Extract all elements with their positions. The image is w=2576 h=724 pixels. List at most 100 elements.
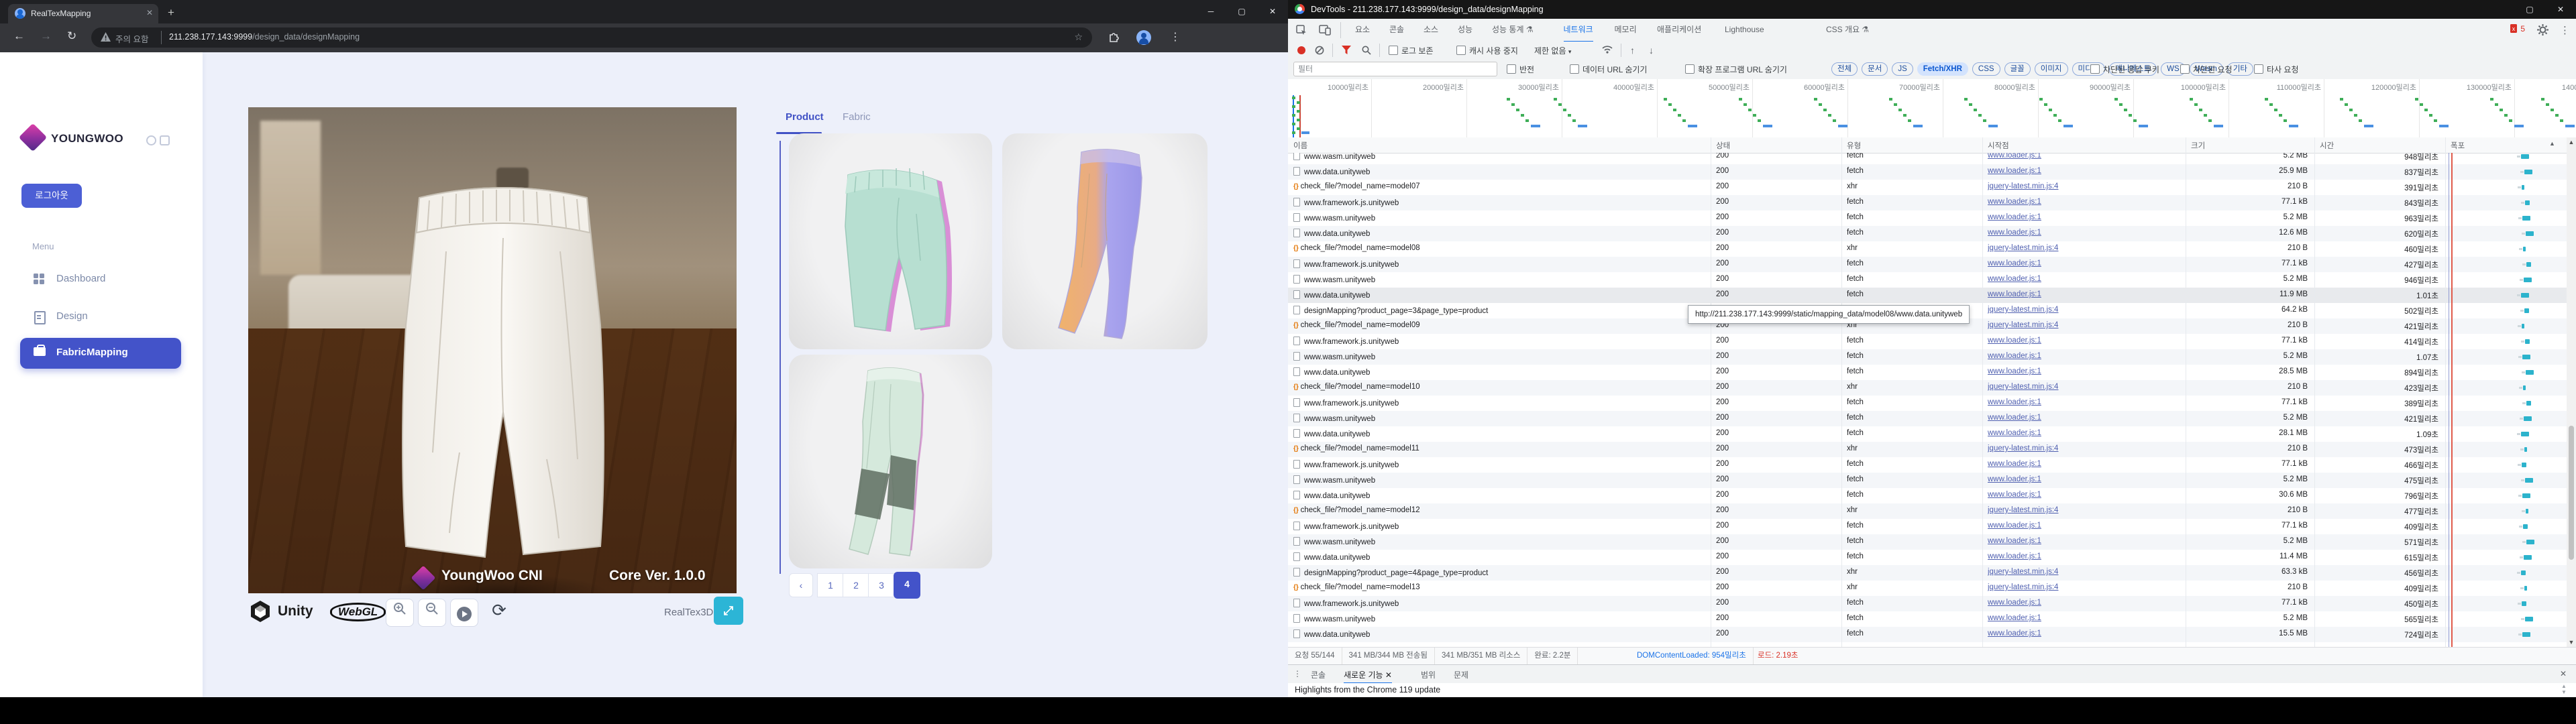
clear-network-log-icon[interactable] [1315,46,1324,55]
network-row[interactable]: www.data.unityweb200fetchwww.loader.js:1… [1288,164,2567,180]
sidebar-item-design[interactable]: Design [20,306,181,328]
import-har-icon[interactable]: ↑ [1630,45,1635,56]
tab-fabric[interactable]: Fabric [843,111,871,123]
filter-funnel-icon[interactable] [1342,46,1351,54]
request-initiator[interactable]: www.loader.js:1 [1988,367,2182,375]
drawer-close-icon[interactable]: ✕ [2560,669,2567,678]
pagination-page-3[interactable]: 3 [868,573,895,597]
request-initiator[interactable]: www.loader.js:1 [1988,352,2182,360]
network-row[interactable]: www.framework.js.unityweb200fetchwww.loa… [1288,195,2567,210]
chip-글꼴[interactable]: 글꼴 [2004,62,2031,76]
network-row[interactable]: {} check_file/?model_name=model13200xhrj… [1288,581,2567,596]
product-thumbnail-pants-duotone[interactable] [1002,133,1208,349]
invert-filter-checkbox[interactable]: 반전 [1507,64,1534,75]
tab-close-icon[interactable]: ✕ [146,8,153,17]
network-row[interactable]: www.data.unityweb200fetchwww.loader.js:1… [1288,288,2567,303]
request-initiator[interactable]: www.loader.js:1 [1988,153,2182,160]
col-size[interactable]: 크기 [2191,140,2205,151]
col-waterfall[interactable]: 폭포 [2451,140,2465,151]
request-initiator[interactable]: www.loader.js:1 [1988,522,2182,530]
forward-button[interactable]: → [40,29,52,43]
drawer-tab-새로운 기능[interactable]: 새로운 기능 ✕ [1344,668,1392,684]
col-initiator[interactable]: 시작점 [1988,140,2009,151]
request-initiator[interactable]: jquery-latest.min.js:4 [1988,583,2182,591]
3d-viewer-canvas[interactable]: YoungWoo CNI Core Ver. 1.0.0 [248,107,737,593]
network-row[interactable]: {} check_file/?model_name=model07200xhrj… [1288,180,2567,195]
pagination-page-4[interactable]: 4 [894,572,920,599]
blocked-cookies-checkbox[interactable]: 차단된 응답 쿠키 [2090,64,2159,75]
third-party-requests-checkbox[interactable]: 타사 요청 [2254,64,2299,75]
chip-CSS[interactable]: CSS [1972,62,2000,76]
request-initiator[interactable]: www.loader.js:1 [1988,614,2182,622]
request-initiator[interactable]: www.loader.js:1 [1988,213,2182,221]
request-initiator[interactable]: www.loader.js:1 [1988,475,2182,483]
reset-rotation-button[interactable]: ⟳ [486,599,513,625]
network-row[interactable]: www.wasm.unityweb200fetchwww.loader.js:1… [1288,611,2567,627]
request-initiator[interactable]: jquery-latest.min.js:4 [1988,182,2182,190]
network-row[interactable]: www.wasm.unityweb200fetchwww.loader.js:1… [1288,153,2567,164]
request-initiator[interactable]: www.loader.js:1 [1988,491,2182,499]
request-initiator[interactable]: www.loader.js:1 [1988,599,2182,607]
devtools-tab-요소[interactable]: 요소 [1355,19,1370,41]
request-initiator[interactable]: www.loader.js:1 [1988,398,2182,406]
request-initiator[interactable]: www.loader.js:1 [1988,337,2182,345]
request-initiator[interactable]: www.loader.js:1 [1988,290,2182,298]
sidebar-item-fabricmapping[interactable]: FabricMapping [20,338,181,369]
pagination-prev-button[interactable]: ‹ [789,573,813,597]
bookmark-star-icon[interactable]: ☆ [1074,32,1083,43]
new-tab-button[interactable]: + [168,6,174,19]
network-row[interactable]: www.framework.js.unityweb200fetchwww.loa… [1288,396,2567,411]
drawer-tab-문제[interactable]: 문제 [1454,668,1468,682]
network-row[interactable]: www.wasm.unityweb200fetchwww.loader.js:1… [1288,272,2567,288]
request-initiator[interactable]: www.loader.js:1 [1988,629,2182,638]
table-scrollbar[interactable]: ▲ ▼ [2567,137,2576,647]
chip-이미지[interactable]: 이미지 [2035,62,2068,76]
network-row[interactable]: {} check_file/?model_name=model12200xhrj… [1288,503,2567,519]
network-row[interactable]: www.wasm.unityweb200fetchwww.loader.js:1… [1288,349,2567,365]
chip-전체[interactable]: 전체 [1831,62,1858,76]
devtools-tab-성능[interactable]: 성능 [1458,19,1472,41]
devtools-tab-성능 통계[interactable]: 성능 통계 ⚗ [1492,19,1534,41]
devtools-tab-소스[interactable]: 소스 [1424,19,1438,41]
browser-tab[interactable]: RealTexMapping ✕ [8,4,158,23]
errors-badge[interactable]: x 5 [2510,24,2525,34]
throttling-dropdown[interactable]: 제한 없음 ▾ [1534,45,1571,56]
extensions-puzzle-icon[interactable] [1108,31,1120,43]
devtools-tab-메모리[interactable]: 메모리 [1615,19,1637,41]
network-row[interactable]: www.data.unityweb200fetchwww.loader.js:1… [1288,488,2567,503]
pagination-page-2[interactable]: 2 [843,573,869,597]
devtools-menu-kebab-icon[interactable]: ⋮ [2560,24,2570,36]
chip-JS[interactable]: JS [1892,62,1913,76]
export-har-icon[interactable]: ↓ [1649,45,1654,56]
disable-cache-checkbox[interactable]: 캐시 사용 중지 [1456,45,1518,56]
network-row[interactable]: www.wasm.unityweb200fetchwww.loader.js:1… [1288,411,2567,426]
request-initiator[interactable]: www.loader.js:1 [1988,429,2182,437]
request-initiator[interactable]: jquery-latest.min.js:4 [1988,383,2182,391]
zoom-out-button[interactable] [418,599,446,627]
request-initiator[interactable]: www.loader.js:1 [1988,414,2182,422]
network-row[interactable]: www.framework.js.unityweb200fetchwww.loa… [1288,519,2567,534]
reload-button[interactable]: ↻ [67,29,76,43]
request-initiator[interactable]: www.loader.js:1 [1988,275,2182,283]
request-initiator[interactable]: jquery-latest.min.js:4 [1988,444,2182,452]
devtools-close-button[interactable]: ✕ [2545,0,2576,19]
network-row[interactable]: www.data.unityweb200fetchwww.loader.js:1… [1288,365,2567,380]
drawer-tab-콘솔[interactable]: 콘솔 [1311,668,1326,682]
network-conditions-icon[interactable] [1602,45,1613,54]
network-search-icon[interactable] [1362,46,1371,55]
request-initiator[interactable]: www.loader.js:1 [1988,198,2182,206]
sort-icon[interactable]: ▲ [2549,140,2555,147]
devtools-tab-애플리케이션[interactable]: 애플리케이션 [1657,19,1701,41]
network-row[interactable]: {} check_file/?model_name=model08200xhrj… [1288,241,2567,257]
network-row[interactable]: designMapping?product_page=4&page_type=p… [1288,565,2567,581]
network-row[interactable]: www.data.unityweb200fetchwww.loader.js:1… [1288,426,2567,442]
chip-Fetch/XHR[interactable]: Fetch/XHR [1917,62,1968,76]
network-row[interactable]: www.framework.js.unityweb200fetchwww.loa… [1288,334,2567,349]
back-button[interactable]: ← [13,29,25,43]
product-thumbnail-pants-panel[interactable] [789,355,992,568]
fullscreen-expand-button[interactable]: ⤢ [714,597,743,625]
request-initiator[interactable]: www.loader.js:1 [1988,460,2182,468]
hide-data-urls-checkbox[interactable]: 데이터 URL 숨기기 [1570,64,1647,75]
network-row[interactable]: www.wasm.unityweb200fetchwww.loader.js:1… [1288,210,2567,226]
devtools-settings-gear-icon[interactable] [2537,24,2548,36]
